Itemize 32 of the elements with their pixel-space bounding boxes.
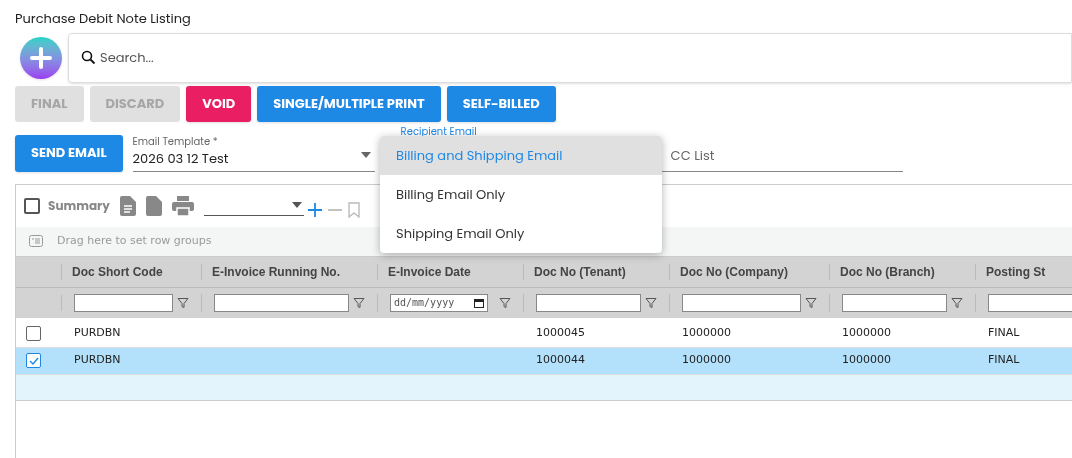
group-hint: Drag here to set row groups	[57, 232, 212, 249]
column-header[interactable]: Doc No (Tenant)	[534, 262, 626, 281]
table-cell: PURDBN	[74, 353, 121, 367]
table-cell: PURDBN	[74, 326, 121, 340]
recipient-email-label: Recipient Email	[400, 123, 477, 139]
menu-item[interactable]: Billing Email Only	[380, 175, 662, 214]
email-template-select[interactable]: Email Template * 2026 03 12 Test	[132, 134, 375, 172]
summary-label: Summary	[48, 196, 110, 215]
column-header[interactable]: E-Invoice Date	[388, 262, 471, 281]
action-button[interactable]: VOID	[186, 85, 252, 122]
column-header[interactable]: E-Invoice Running No.	[212, 262, 340, 281]
column-header[interactable]: Doc Short Code	[72, 262, 163, 281]
search-field[interactable]: Search...	[68, 32, 1072, 83]
date-filter[interactable]: dd/mm/yyyy	[390, 293, 488, 312]
action-button[interactable]: SELF-BILLED	[446, 85, 556, 122]
table-cell: FINAL	[988, 353, 1020, 367]
table-cell: 1000044	[536, 353, 585, 367]
table-cell: 1000000	[682, 326, 731, 340]
page-title: Purchase Debit Note Listing	[15, 9, 191, 28]
table-cell: 1000045	[536, 326, 585, 340]
send-email-button[interactable]: SEND EMAIL	[15, 134, 123, 172]
search-placeholder: Search...	[100, 47, 154, 68]
table-cell: 1000000	[682, 353, 731, 367]
table-row[interactable]: PURDBN 1000044 1000000 1000000 FINAL	[16, 347, 1072, 375]
menu-item[interactable]: Shipping Email Only	[380, 214, 662, 253]
column-header[interactable]: Doc No (Branch)	[840, 262, 935, 281]
table-cell: 1000000	[842, 326, 891, 340]
action-button[interactable]: SINGLE/MULTIPLE PRINT	[257, 85, 441, 122]
column-header[interactable]: Doc No (Company)	[680, 262, 788, 281]
table-cell: 1000000	[842, 353, 891, 367]
table-cell: FINAL	[988, 326, 1020, 340]
column-header[interactable]: Posting St	[986, 262, 1046, 281]
